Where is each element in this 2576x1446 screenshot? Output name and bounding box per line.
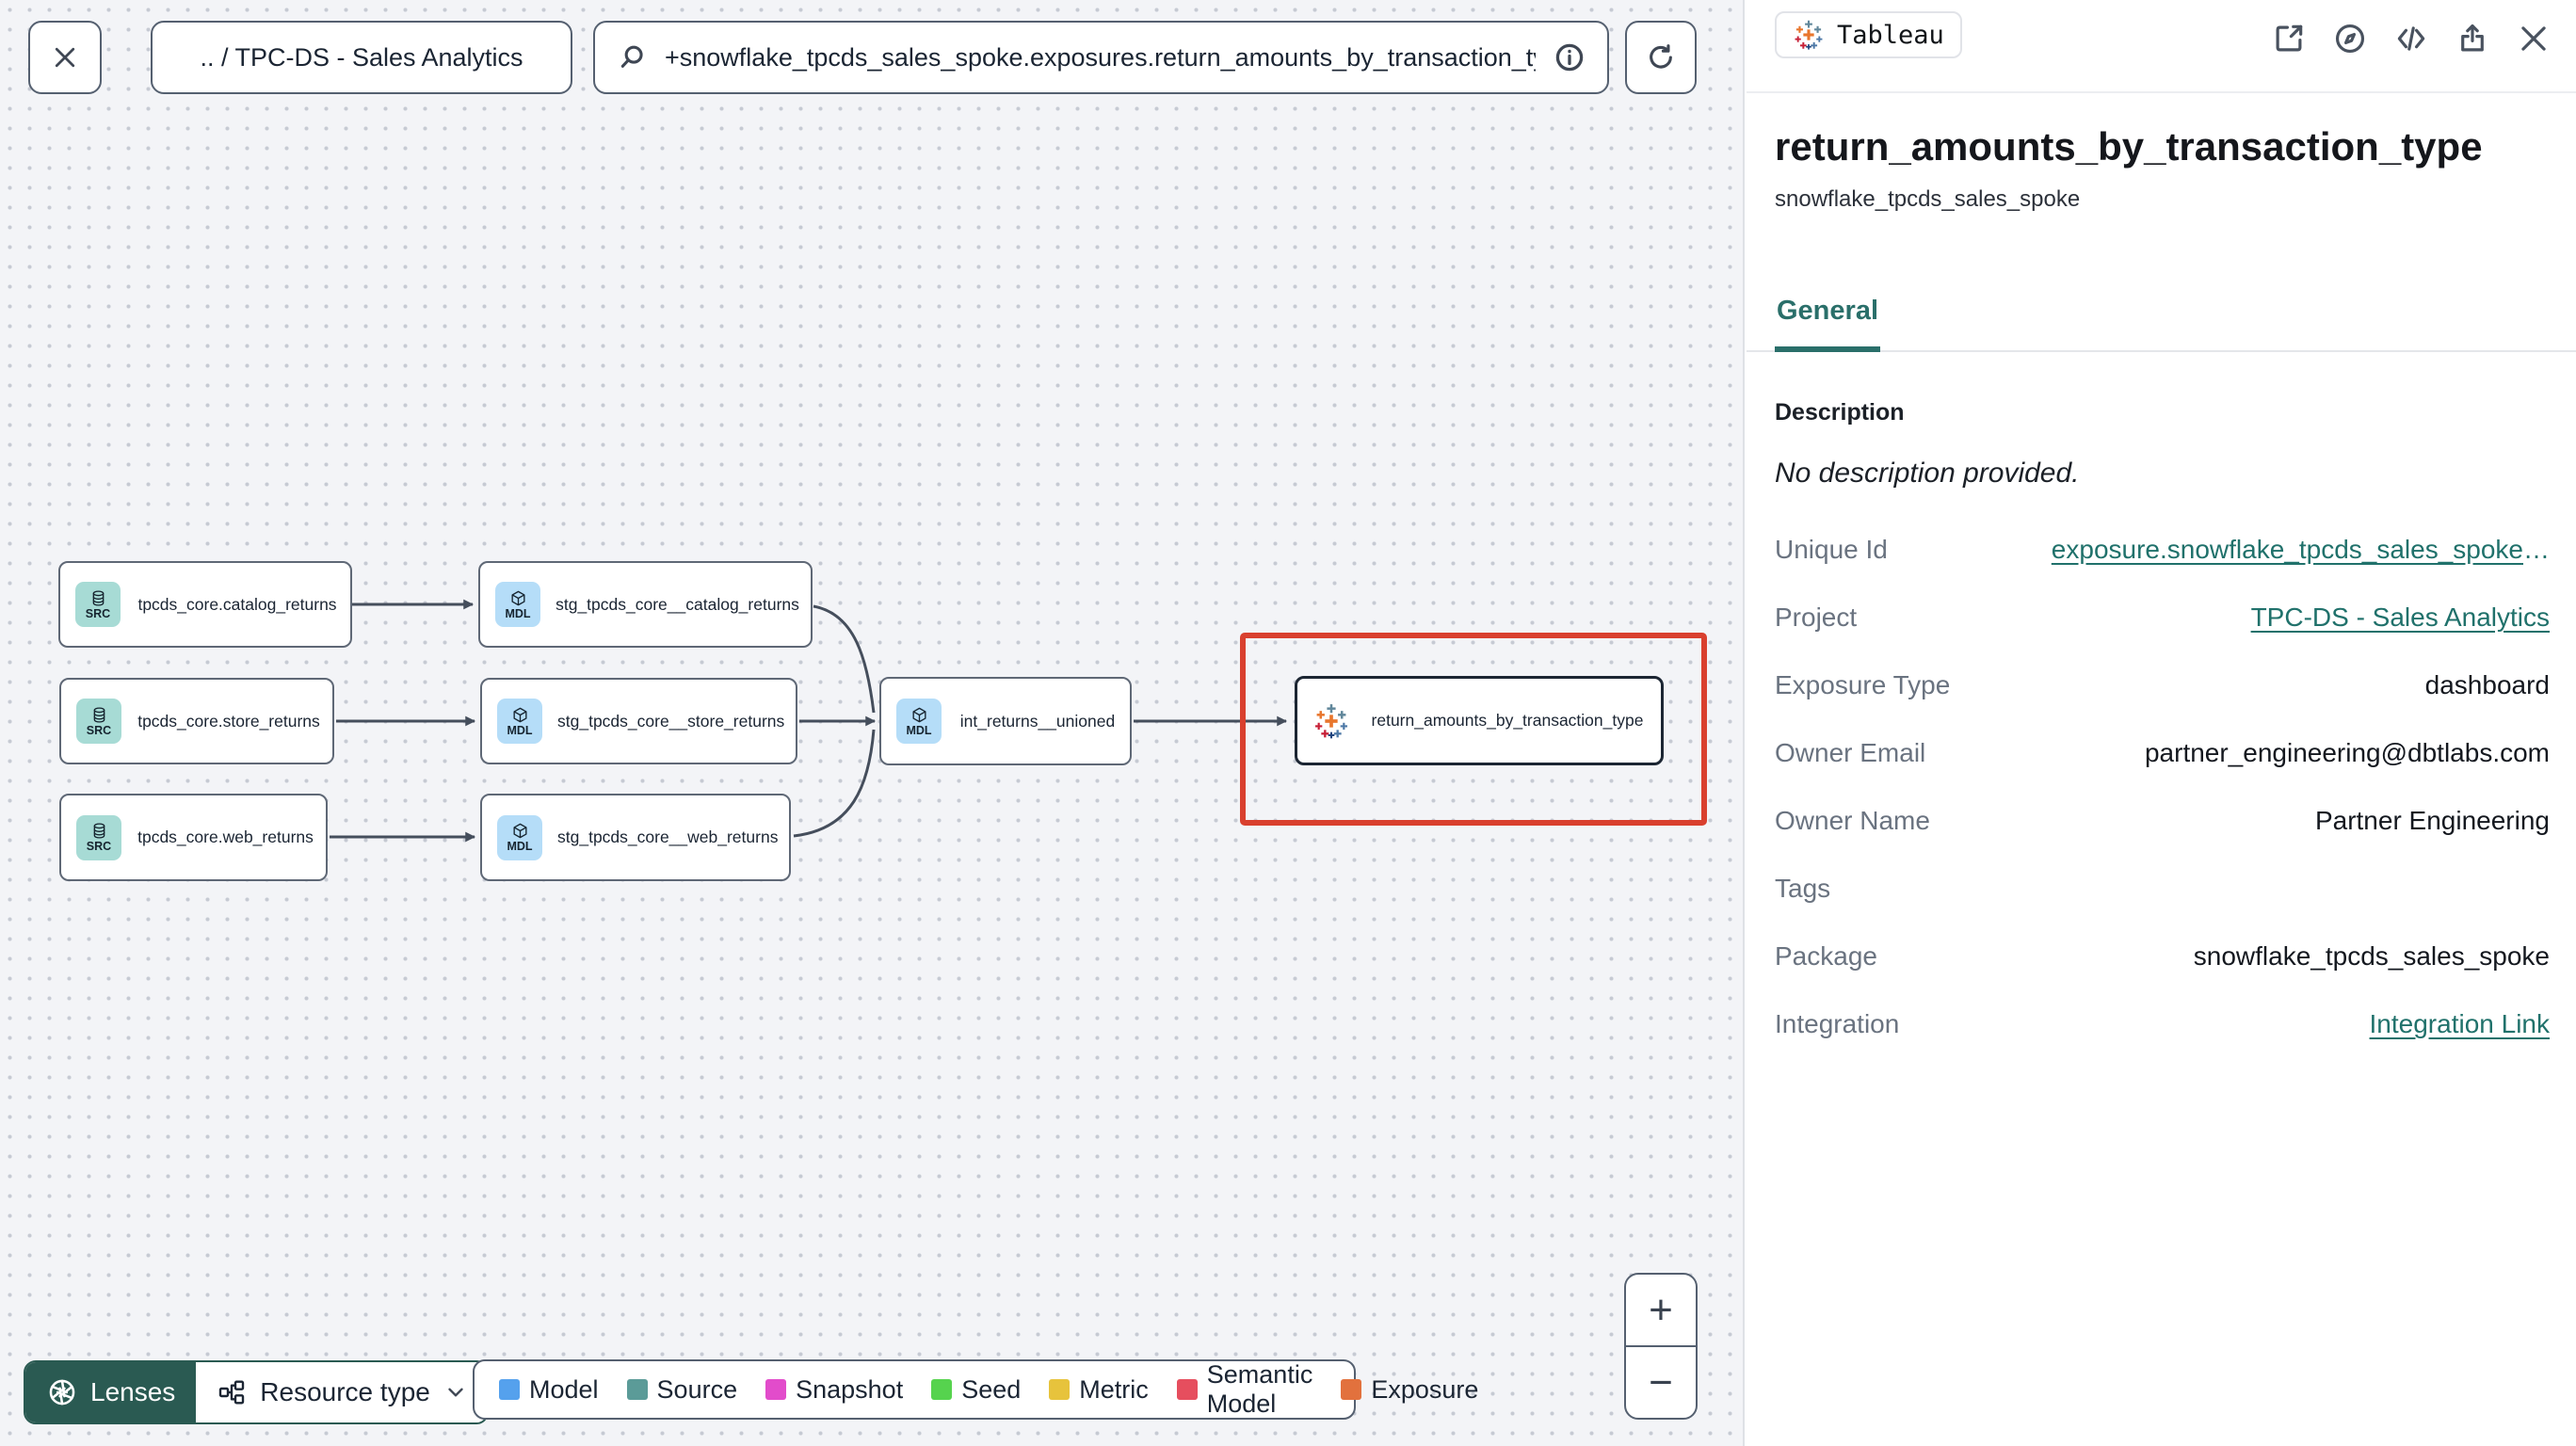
legend-item-model: Model — [499, 1375, 599, 1405]
resource-type-icon — [219, 1380, 245, 1405]
legend-swatch — [626, 1379, 648, 1400]
dbt-explorer-app: SRC tpcds_core.catalog_returns SRC tpcds… — [0, 0, 2576, 1446]
unique-id-link[interactable]: exposure.snowflake_tpcds_sales_spoke — [2052, 535, 2523, 564]
lineage-node-int-returns-unioned[interactable]: MDL int_returns__unioned — [879, 677, 1132, 765]
description-text: No description provided. — [1775, 458, 2080, 489]
lineage-node-tpcds-core-catalog-returns[interactable]: SRC tpcds_core.catalog_returns — [58, 561, 352, 648]
compass-icon[interactable] — [2332, 21, 2368, 56]
database-icon — [93, 823, 105, 839]
model-badge: MDL — [497, 814, 542, 860]
cube-icon — [911, 707, 926, 723]
chevron-down-icon — [448, 1388, 463, 1397]
lenses-button[interactable]: Lenses — [25, 1362, 197, 1422]
legend-item-semantic-model: Semantic Model — [1176, 1360, 1312, 1419]
lineage-search-bar — [593, 21, 1609, 94]
close-lineage-button[interactable] — [28, 21, 102, 94]
close-icon[interactable] — [2516, 21, 2552, 56]
source-badge: SRC — [76, 814, 121, 860]
external-link-icon[interactable] — [2271, 21, 2307, 56]
detail-rows: Unique Id exposure.snowflake_tpcds_sales… — [1775, 516, 2550, 1058]
lineage-node-stg-store-returns[interactable]: MDL stg_tpcds_core__store_returns — [480, 678, 797, 764]
legend-swatch — [1176, 1379, 1198, 1400]
tableau-icon — [1315, 703, 1347, 738]
lineage-node-exposure-return-amounts[interactable]: return_amounts_by_transaction_type — [1295, 676, 1664, 765]
zoom-out-button[interactable]: − — [1626, 1347, 1696, 1418]
tab-general[interactable]: General — [1775, 296, 1880, 327]
platform-badge: Tableau — [1775, 11, 1962, 58]
legend-item-seed: Seed — [931, 1375, 1021, 1405]
refresh-icon — [1650, 44, 1672, 69]
legend-swatch — [499, 1379, 520, 1400]
cube-icon — [510, 590, 525, 606]
row-owner-email: Owner Email partner_engineering@dbtlabs.… — [1775, 738, 2550, 767]
row-tags: Tags — [1775, 874, 1831, 903]
legend-item-metric: Metric — [1049, 1375, 1149, 1405]
page-title: return_amounts_by_transaction_type — [1775, 124, 2483, 169]
model-badge: MDL — [896, 699, 942, 744]
search-icon — [620, 45, 643, 68]
breadcrumb[interactable]: .. / TPC-DS - Sales Analytics — [151, 21, 572, 94]
lineage-node-tpcds-core-store-returns[interactable]: SRC tpcds_core.store_returns — [59, 678, 334, 764]
tableau-icon — [1795, 20, 1823, 50]
panel-actions — [2271, 21, 2552, 56]
minus-icon: − — [1649, 1358, 1673, 1406]
lineage-canvas[interactable]: SRC tpcds_core.catalog_returns SRC tpcds… — [0, 0, 1745, 1446]
refresh-button[interactable] — [1625, 21, 1697, 94]
database-icon — [92, 590, 104, 606]
lens-controls: Lenses Resource type — [24, 1360, 489, 1424]
details-panel: Tableau return_amounts_by_transaction_ty… — [1747, 0, 2576, 1446]
zoom-in-button[interactable]: + — [1626, 1275, 1696, 1347]
share-icon[interactable] — [2455, 21, 2490, 56]
legend-swatch — [1049, 1379, 1071, 1400]
integration-link[interactable]: Integration Link — [2370, 1009, 2550, 1039]
legend-swatch — [1341, 1379, 1362, 1400]
row-integration: Integration Integration Link — [1775, 1009, 2550, 1039]
legend-item-exposure: Exposure — [1341, 1375, 1478, 1405]
lineage-node-stg-web-returns[interactable]: MDL stg_tpcds_core__web_returns — [480, 794, 791, 881]
source-badge: SRC — [75, 582, 121, 627]
row-unique-id: Unique Id exposure.snowflake_tpcds_sales… — [1775, 535, 2550, 564]
lenses-icon — [49, 1379, 75, 1406]
cube-icon — [512, 707, 527, 723]
plus-icon: + — [1649, 1286, 1673, 1333]
package-subtitle: snowflake_tpcds_sales_spoke — [1775, 186, 2081, 212]
lineage-node-stg-catalog-returns[interactable]: MDL stg_tpcds_core__catalog_returns — [478, 561, 813, 648]
resource-legend: Model Source Snapshot Seed Metric Semant… — [473, 1359, 1478, 1420]
legend-swatch — [765, 1379, 787, 1400]
row-project: Project TPC-DS - Sales Analytics — [1775, 602, 2550, 633]
code-icon[interactable] — [2393, 21, 2429, 56]
tab-active-underline — [1775, 346, 1880, 352]
resource-type-dropdown[interactable]: Resource type — [196, 1362, 487, 1422]
database-icon — [93, 707, 105, 723]
source-badge: SRC — [76, 699, 121, 744]
model-badge: MDL — [495, 582, 540, 627]
search-input[interactable] — [663, 41, 1538, 73]
row-package: Package snowflake_tpcds_sales_spoke — [1775, 941, 2550, 971]
model-badge: MDL — [497, 699, 542, 744]
legend-swatch — [931, 1379, 953, 1400]
close-icon — [55, 47, 75, 68]
row-exposure-type: Exposure Type dashboard — [1775, 670, 2550, 699]
cube-icon — [512, 823, 527, 839]
project-link[interactable]: TPC-DS - Sales Analytics — [2251, 602, 2550, 633]
row-owner-name: Owner Name Partner Engineering — [1775, 806, 2550, 835]
legend-item-snapshot: Snapshot — [765, 1375, 903, 1405]
lineage-node-tpcds-core-web-returns[interactable]: SRC tpcds_core.web_returns — [59, 794, 328, 881]
zoom-controls: + − — [1624, 1273, 1698, 1420]
panel-header-divider — [1747, 91, 2576, 93]
info-icon[interactable] — [1553, 40, 1586, 74]
legend-item-source: Source — [626, 1375, 737, 1405]
description-heading: Description — [1775, 399, 1905, 426]
